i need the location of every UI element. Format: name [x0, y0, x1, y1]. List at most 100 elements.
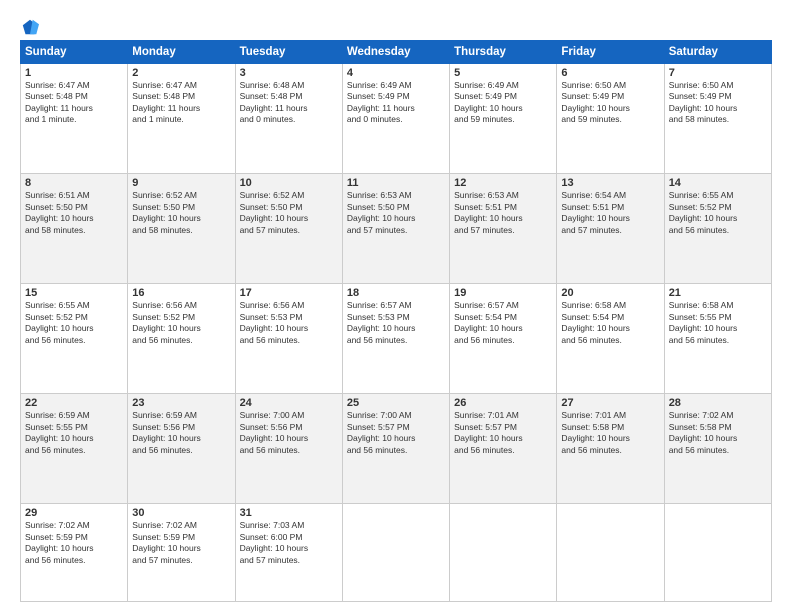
- day-content: Sunrise: 6:52 AM Sunset: 5:50 PM Dayligh…: [240, 190, 338, 236]
- calendar-cell: 5Sunrise: 6:49 AM Sunset: 5:49 PM Daylig…: [450, 64, 557, 174]
- calendar-week-row: 15Sunrise: 6:55 AM Sunset: 5:52 PM Dayli…: [21, 284, 772, 394]
- day-content: Sunrise: 6:56 AM Sunset: 5:52 PM Dayligh…: [132, 300, 230, 346]
- day-content: Sunrise: 6:58 AM Sunset: 5:54 PM Dayligh…: [561, 300, 659, 346]
- day-number: 23: [132, 397, 230, 409]
- day-number: 11: [347, 177, 445, 189]
- calendar-cell: 2Sunrise: 6:47 AM Sunset: 5:48 PM Daylig…: [128, 64, 235, 174]
- day-number: 5: [454, 67, 552, 79]
- calendar-cell: 12Sunrise: 6:53 AM Sunset: 5:51 PM Dayli…: [450, 174, 557, 284]
- calendar-cell: 6Sunrise: 6:50 AM Sunset: 5:49 PM Daylig…: [557, 64, 664, 174]
- calendar-cell: 20Sunrise: 6:58 AM Sunset: 5:54 PM Dayli…: [557, 284, 664, 394]
- calendar-header-sunday: Sunday: [21, 41, 128, 64]
- calendar-cell: 21Sunrise: 6:58 AM Sunset: 5:55 PM Dayli…: [664, 284, 771, 394]
- day-number: 13: [561, 177, 659, 189]
- day-content: Sunrise: 6:58 AM Sunset: 5:55 PM Dayligh…: [669, 300, 767, 346]
- calendar-cell: 26Sunrise: 7:01 AM Sunset: 5:57 PM Dayli…: [450, 394, 557, 504]
- calendar-cell: 15Sunrise: 6:55 AM Sunset: 5:52 PM Dayli…: [21, 284, 128, 394]
- calendar-cell: 25Sunrise: 7:00 AM Sunset: 5:57 PM Dayli…: [342, 394, 449, 504]
- calendar-cell: [557, 504, 664, 602]
- day-content: Sunrise: 6:57 AM Sunset: 5:53 PM Dayligh…: [347, 300, 445, 346]
- day-content: Sunrise: 7:01 AM Sunset: 5:57 PM Dayligh…: [454, 410, 552, 456]
- day-number: 9: [132, 177, 230, 189]
- calendar-cell: [664, 504, 771, 602]
- calendar-cell: 17Sunrise: 6:56 AM Sunset: 5:53 PM Dayli…: [235, 284, 342, 394]
- day-number: 12: [454, 177, 552, 189]
- day-content: Sunrise: 6:51 AM Sunset: 5:50 PM Dayligh…: [25, 190, 123, 236]
- logo: [20, 18, 39, 32]
- calendar-cell: 19Sunrise: 6:57 AM Sunset: 5:54 PM Dayli…: [450, 284, 557, 394]
- day-number: 22: [25, 397, 123, 409]
- page: SundayMondayTuesdayWednesdayThursdayFrid…: [0, 0, 792, 612]
- calendar-cell: 28Sunrise: 7:02 AM Sunset: 5:58 PM Dayli…: [664, 394, 771, 504]
- day-content: Sunrise: 7:00 AM Sunset: 5:56 PM Dayligh…: [240, 410, 338, 456]
- calendar-cell: 1Sunrise: 6:47 AM Sunset: 5:48 PM Daylig…: [21, 64, 128, 174]
- day-number: 26: [454, 397, 552, 409]
- header: [20, 18, 772, 32]
- day-content: Sunrise: 6:57 AM Sunset: 5:54 PM Dayligh…: [454, 300, 552, 346]
- day-content: Sunrise: 6:50 AM Sunset: 5:49 PM Dayligh…: [669, 80, 767, 126]
- calendar-cell: 11Sunrise: 6:53 AM Sunset: 5:50 PM Dayli…: [342, 174, 449, 284]
- day-content: Sunrise: 6:48 AM Sunset: 5:48 PM Dayligh…: [240, 80, 338, 126]
- logo-icon: [21, 18, 39, 36]
- day-number: 4: [347, 67, 445, 79]
- day-content: Sunrise: 7:02 AM Sunset: 5:59 PM Dayligh…: [25, 520, 123, 566]
- calendar-cell: 23Sunrise: 6:59 AM Sunset: 5:56 PM Dayli…: [128, 394, 235, 504]
- day-content: Sunrise: 7:01 AM Sunset: 5:58 PM Dayligh…: [561, 410, 659, 456]
- calendar-header-saturday: Saturday: [664, 41, 771, 64]
- calendar-cell: 7Sunrise: 6:50 AM Sunset: 5:49 PM Daylig…: [664, 64, 771, 174]
- day-number: 18: [347, 287, 445, 299]
- calendar-cell: [342, 504, 449, 602]
- calendar-cell: 13Sunrise: 6:54 AM Sunset: 5:51 PM Dayli…: [557, 174, 664, 284]
- calendar-cell: 16Sunrise: 6:56 AM Sunset: 5:52 PM Dayli…: [128, 284, 235, 394]
- day-content: Sunrise: 6:54 AM Sunset: 5:51 PM Dayligh…: [561, 190, 659, 236]
- calendar-week-row: 29Sunrise: 7:02 AM Sunset: 5:59 PM Dayli…: [21, 504, 772, 602]
- day-number: 20: [561, 287, 659, 299]
- calendar-cell: 30Sunrise: 7:02 AM Sunset: 5:59 PM Dayli…: [128, 504, 235, 602]
- calendar-header-thursday: Thursday: [450, 41, 557, 64]
- calendar-week-row: 22Sunrise: 6:59 AM Sunset: 5:55 PM Dayli…: [21, 394, 772, 504]
- calendar-cell: 8Sunrise: 6:51 AM Sunset: 5:50 PM Daylig…: [21, 174, 128, 284]
- day-number: 6: [561, 67, 659, 79]
- day-number: 19: [454, 287, 552, 299]
- calendar-header-tuesday: Tuesday: [235, 41, 342, 64]
- calendar-cell: 3Sunrise: 6:48 AM Sunset: 5:48 PM Daylig…: [235, 64, 342, 174]
- calendar-cell: [450, 504, 557, 602]
- calendar-cell: 24Sunrise: 7:00 AM Sunset: 5:56 PM Dayli…: [235, 394, 342, 504]
- calendar-week-row: 1Sunrise: 6:47 AM Sunset: 5:48 PM Daylig…: [21, 64, 772, 174]
- day-number: 14: [669, 177, 767, 189]
- day-number: 1: [25, 67, 123, 79]
- calendar-cell: 9Sunrise: 6:52 AM Sunset: 5:50 PM Daylig…: [128, 174, 235, 284]
- day-number: 8: [25, 177, 123, 189]
- day-content: Sunrise: 6:52 AM Sunset: 5:50 PM Dayligh…: [132, 190, 230, 236]
- calendar-cell: 18Sunrise: 6:57 AM Sunset: 5:53 PM Dayli…: [342, 284, 449, 394]
- day-content: Sunrise: 6:47 AM Sunset: 5:48 PM Dayligh…: [25, 80, 123, 126]
- day-number: 28: [669, 397, 767, 409]
- calendar-header-row: SundayMondayTuesdayWednesdayThursdayFrid…: [21, 41, 772, 64]
- day-number: 27: [561, 397, 659, 409]
- day-content: Sunrise: 6:47 AM Sunset: 5:48 PM Dayligh…: [132, 80, 230, 126]
- day-content: Sunrise: 7:02 AM Sunset: 5:58 PM Dayligh…: [669, 410, 767, 456]
- calendar-cell: 29Sunrise: 7:02 AM Sunset: 5:59 PM Dayli…: [21, 504, 128, 602]
- day-number: 31: [240, 507, 338, 519]
- day-content: Sunrise: 6:53 AM Sunset: 5:51 PM Dayligh…: [454, 190, 552, 236]
- calendar-table: SundayMondayTuesdayWednesdayThursdayFrid…: [20, 40, 772, 602]
- day-content: Sunrise: 7:02 AM Sunset: 5:59 PM Dayligh…: [132, 520, 230, 566]
- day-content: Sunrise: 7:00 AM Sunset: 5:57 PM Dayligh…: [347, 410, 445, 456]
- day-content: Sunrise: 6:59 AM Sunset: 5:55 PM Dayligh…: [25, 410, 123, 456]
- day-content: Sunrise: 6:56 AM Sunset: 5:53 PM Dayligh…: [240, 300, 338, 346]
- day-number: 10: [240, 177, 338, 189]
- day-content: Sunrise: 6:59 AM Sunset: 5:56 PM Dayligh…: [132, 410, 230, 456]
- calendar-header-monday: Monday: [128, 41, 235, 64]
- calendar-header-friday: Friday: [557, 41, 664, 64]
- day-number: 7: [669, 67, 767, 79]
- calendar-cell: 27Sunrise: 7:01 AM Sunset: 5:58 PM Dayli…: [557, 394, 664, 504]
- day-number: 24: [240, 397, 338, 409]
- day-content: Sunrise: 6:55 AM Sunset: 5:52 PM Dayligh…: [669, 190, 767, 236]
- day-number: 29: [25, 507, 123, 519]
- day-content: Sunrise: 6:49 AM Sunset: 5:49 PM Dayligh…: [454, 80, 552, 126]
- day-number: 21: [669, 287, 767, 299]
- day-content: Sunrise: 6:50 AM Sunset: 5:49 PM Dayligh…: [561, 80, 659, 126]
- day-content: Sunrise: 7:03 AM Sunset: 6:00 PM Dayligh…: [240, 520, 338, 566]
- calendar-week-row: 8Sunrise: 6:51 AM Sunset: 5:50 PM Daylig…: [21, 174, 772, 284]
- day-number: 30: [132, 507, 230, 519]
